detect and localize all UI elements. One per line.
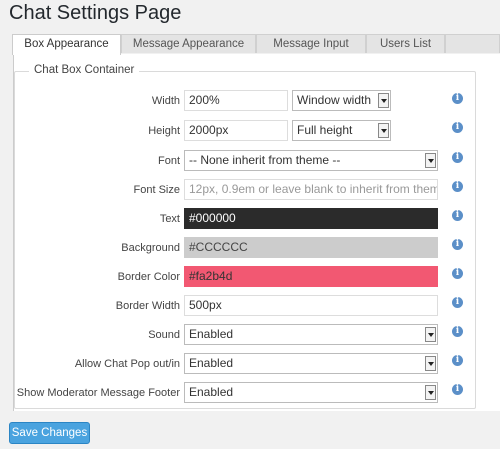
width-row: Width 200% Window width i [0, 90, 500, 112]
background-color-label: Background [121, 242, 180, 254]
info-icon[interactable]: i [452, 297, 463, 308]
tab-box-appearance[interactable]: Box Appearance [12, 34, 121, 55]
info-icon[interactable]: i [452, 384, 463, 395]
width-label: Width [151, 95, 180, 107]
popout-label: Allow Chat Pop out/in [74, 358, 180, 370]
popout-select-value: Enabled [189, 356, 234, 370]
info-icon[interactable]: i [452, 122, 463, 133]
chevron-down-icon [378, 93, 389, 108]
width-input[interactable]: 200% [184, 90, 288, 111]
sound-row: Sound Enabled i [0, 324, 500, 346]
text-color-input[interactable]: #000000 [184, 208, 438, 229]
height-label: Height [148, 125, 180, 137]
info-icon[interactable]: i [452, 326, 463, 337]
save-changes-button[interactable]: Save Changes [9, 422, 90, 444]
info-icon[interactable]: i [452, 93, 463, 104]
width-unit-select[interactable]: Window width [292, 90, 391, 111]
chevron-down-icon [425, 356, 436, 371]
chevron-down-icon [378, 123, 389, 138]
border-width-input[interactable]: 500px [184, 295, 438, 316]
text-color-label: Text [159, 213, 180, 225]
font-size-row: Font Size 12px, 0.9em or leave blank to … [0, 179, 500, 201]
tab-empty [445, 34, 500, 53]
font-label: Font [157, 155, 180, 167]
fieldset-legend: Chat Box Container [29, 64, 140, 76]
page-title: Chat Settings Page [9, 2, 182, 24]
border-color-input[interactable]: #fa2b4d [184, 266, 438, 287]
background-color-input[interactable]: #CCCCCC [184, 237, 438, 258]
info-icon[interactable]: i [452, 210, 463, 221]
sound-select[interactable]: Enabled [184, 324, 438, 345]
popout-select[interactable]: Enabled [184, 353, 438, 374]
chevron-down-icon [425, 327, 436, 342]
info-icon[interactable]: i [452, 239, 463, 250]
moderator-footer-select[interactable]: Enabled [184, 382, 438, 403]
tab-message-appearance[interactable]: Message Appearance [121, 34, 256, 53]
font-select[interactable]: -- None inherit from theme -- [184, 150, 438, 171]
popout-row: Allow Chat Pop out/in Enabled i [0, 353, 500, 375]
height-input[interactable]: 2000px [184, 120, 288, 141]
background-color-row: Background #CCCCCC i [0, 237, 500, 259]
sound-select-value: Enabled [189, 327, 234, 341]
font-row: Font -- None inherit from theme -- i [0, 150, 500, 172]
height-unit-select[interactable]: Full height [292, 120, 391, 141]
moderator-footer-label: Show Moderator Message Footer [16, 387, 180, 399]
height-row: Height 2000px Full height i [0, 120, 500, 142]
info-icon[interactable]: i [452, 268, 463, 279]
sound-label: Sound [148, 329, 180, 341]
tab-message-input[interactable]: Message Input [256, 34, 366, 53]
chevron-down-icon [425, 153, 436, 168]
height-unit-value: Full height [297, 123, 353, 137]
info-icon[interactable]: i [452, 152, 463, 163]
tab-users-list[interactable]: Users List [366, 34, 445, 53]
info-icon[interactable]: i [452, 355, 463, 366]
font-size-label: Font Size [133, 184, 180, 196]
font-size-input[interactable]: 12px, 0.9em or leave blank to inherit fr… [184, 179, 438, 200]
border-color-row: Border Color #fa2b4d i [0, 266, 500, 288]
font-select-value: -- None inherit from theme -- [189, 153, 341, 167]
width-unit-value: Window width [297, 93, 372, 107]
info-icon[interactable]: i [452, 181, 463, 192]
moderator-footer-row: Show Moderator Message Footer Enabled i [0, 382, 500, 404]
settings-tabs: Box Appearance Message Appearance Messag… [12, 34, 500, 55]
border-width-row: Border Width 500px i [0, 295, 500, 317]
border-color-label: Border Color [117, 271, 180, 283]
chevron-down-icon [425, 385, 436, 400]
text-color-row: Text #000000 i [0, 208, 500, 230]
moderator-footer-select-value: Enabled [189, 385, 234, 399]
border-width-label: Border Width [115, 300, 180, 312]
